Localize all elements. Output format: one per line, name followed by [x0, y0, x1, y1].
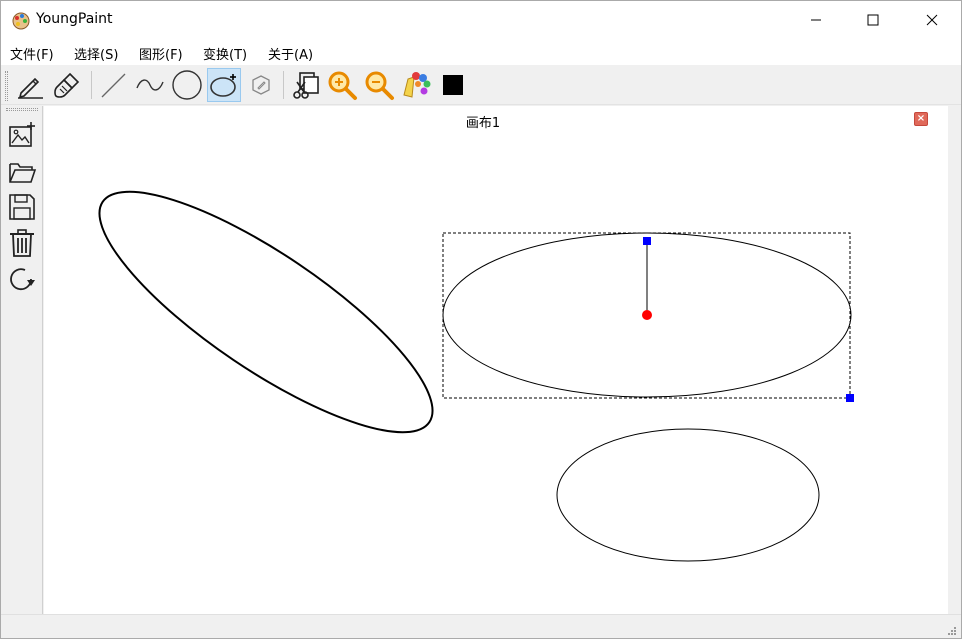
- menu-transform[interactable]: 变换(T): [203, 44, 247, 63]
- zoom-in-button[interactable]: [325, 68, 359, 102]
- resize-grip-icon[interactable]: [947, 626, 957, 636]
- resize-handle[interactable]: [846, 394, 854, 402]
- menu-about[interactable]: 关于(A): [268, 44, 313, 63]
- menu-select[interactable]: 选择(S): [74, 44, 118, 63]
- delete-button[interactable]: [5, 226, 39, 260]
- line-tool-button[interactable]: [96, 68, 130, 102]
- ellipse-shape-bottom[interactable]: [556, 428, 820, 562]
- close-icon: [926, 14, 938, 26]
- open-file-button[interactable]: [5, 154, 39, 188]
- redo-icon: [10, 268, 35, 291]
- title-bar: YoungPaint: [1, 1, 961, 39]
- ellipse-shape-rotated[interactable]: [70, 154, 462, 470]
- curve-icon: [136, 79, 164, 91]
- zoom-in-icon: [328, 71, 357, 100]
- redo-button[interactable]: [5, 262, 39, 296]
- zoom-out-button[interactable]: [362, 68, 396, 102]
- line-icon: [101, 73, 126, 98]
- clip-icon: [293, 72, 319, 99]
- toolbar-grip[interactable]: [5, 71, 8, 101]
- open-folder-icon: [9, 163, 37, 183]
- app-window: YoungPaint 文件(F) 选择(S) 图形(F) 变换(T) 关于(A): [0, 0, 962, 639]
- pencil-tool-button[interactable]: [13, 68, 47, 102]
- close-window-button[interactable]: [909, 1, 955, 39]
- toolbar-separator: [91, 71, 92, 99]
- status-bar: [1, 614, 961, 638]
- curve-tool-button[interactable]: [133, 68, 167, 102]
- zoom-out-icon: [365, 71, 394, 100]
- drawing-canvas[interactable]: [44, 106, 948, 614]
- toolbar-separator: [283, 71, 284, 99]
- pencil-icon: [18, 77, 43, 99]
- rotation-handle[interactable]: [643, 237, 651, 245]
- canvas-right-margin: [948, 106, 961, 614]
- window-title: YoungPaint: [36, 11, 113, 27]
- minimize-button[interactable]: [793, 1, 839, 39]
- brush-tool-button[interactable]: [50, 68, 84, 102]
- canvas-tab[interactable]: 画布1 ×: [44, 106, 948, 614]
- color-swatch-icon: [443, 75, 463, 95]
- ellipse-icon: [210, 74, 236, 97]
- menu-shape[interactable]: 图形(F): [139, 44, 183, 63]
- circle-tool-button[interactable]: [170, 68, 204, 102]
- save-icon: [9, 194, 35, 220]
- new-image-icon: [9, 122, 35, 147]
- minimize-icon: [811, 19, 821, 21]
- menu-bar: 文件(F) 选择(S) 图形(F) 变换(T) 关于(A): [1, 39, 961, 65]
- side-toolbar-grip[interactable]: [6, 108, 38, 111]
- maximize-icon: [867, 14, 879, 26]
- side-toolbar: [1, 106, 43, 614]
- color-swatch-button[interactable]: [436, 68, 470, 102]
- ellipse-tool-button[interactable]: [207, 68, 241, 102]
- delete-icon: [10, 229, 34, 257]
- polygon-icon: [252, 75, 270, 95]
- clip-tool-button[interactable]: [288, 68, 322, 102]
- palette-button[interactable]: [399, 68, 433, 102]
- circle-icon: [172, 70, 202, 100]
- menu-file[interactable]: 文件(F): [10, 44, 54, 63]
- maximize-button[interactable]: [850, 1, 896, 39]
- app-logo-icon: [12, 12, 30, 30]
- save-button[interactable]: [5, 190, 39, 224]
- palette-icon: [403, 72, 431, 98]
- brush-icon: [54, 72, 80, 98]
- toolbar: [1, 65, 961, 105]
- new-image-button[interactable]: [5, 118, 39, 152]
- rotation-center[interactable]: [642, 310, 652, 320]
- polygon-tool-button[interactable]: [244, 68, 278, 102]
